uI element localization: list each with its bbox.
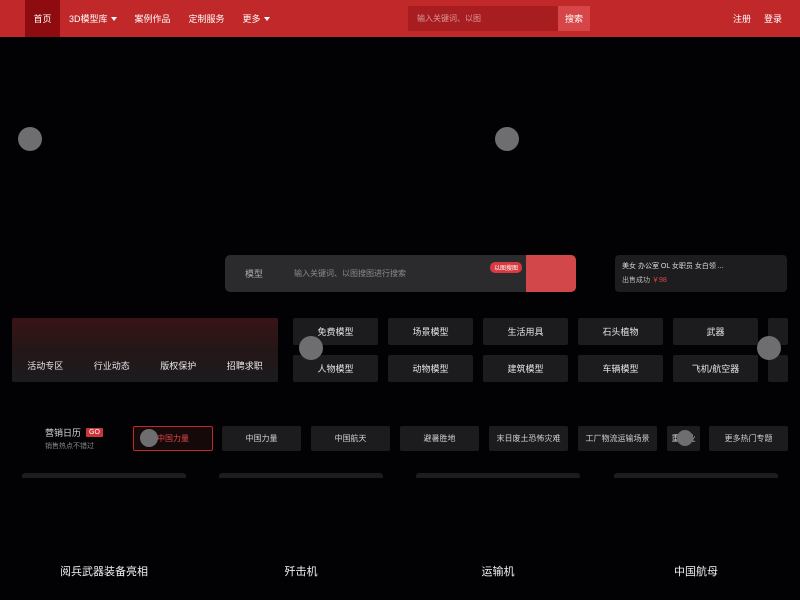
ticker-price: ￥98: [651, 277, 667, 284]
marketing-go-badge[interactable]: GO: [86, 428, 103, 437]
topic-slider-dot[interactable]: [140, 429, 158, 447]
hero-search-button[interactable]: [526, 255, 576, 292]
nav-more-label: 更多: [242, 14, 261, 24]
chevron-down-icon: [110, 16, 117, 21]
promo-banner: 活动专区 行业动态 版权保护 招聘求职: [12, 318, 278, 382]
category-animals[interactable]: 动物模型: [388, 355, 473, 382]
category-buildings[interactable]: 建筑模型: [483, 355, 568, 382]
card-label-transport[interactable]: 运输机: [418, 563, 578, 579]
topic-apocalypse[interactable]: 末日废土恐怖灾难: [489, 426, 568, 451]
topic-slider-dot[interactable]: [677, 430, 693, 446]
hero-search-bar: 模型 输入关键词、以图搜图进行搜索 以图搜图: [225, 255, 576, 292]
category-aircraft[interactable]: 飞机/航空器: [673, 355, 758, 382]
sales-ticker[interactable]: 美女 办公室 OL 女职员 女白领 ... 出售成功 ￥98: [615, 255, 787, 292]
topic-china-power[interactable]: 中国力量: [222, 426, 301, 451]
category-daily-items[interactable]: 生活用具: [483, 318, 568, 345]
marketing-subtitle: 销售热点不错过: [45, 443, 94, 450]
top-search-button[interactable]: 搜索: [558, 6, 590, 31]
topic-factory-logistics[interactable]: 工厂物流运输场景: [578, 426, 657, 451]
promo-link-activity[interactable]: 活动专区: [27, 359, 63, 372]
top-navbar: 首页 3D模型库 案例作品 定制服务 更多: [0, 0, 800, 37]
category-scene-models[interactable]: 场景模型: [388, 318, 473, 345]
chevron-down-icon: [263, 16, 270, 21]
top-search-bar: 搜索: [408, 6, 590, 31]
nav-home[interactable]: 首页: [25, 0, 60, 37]
search-category-select[interactable]: 模型: [225, 267, 283, 280]
ticker-status: 出售成功 ￥98: [622, 275, 780, 285]
topic-summer-resort[interactable]: 避暑胜地: [400, 426, 479, 451]
image-search-badge[interactable]: 以图搜图: [490, 262, 523, 273]
category-rocks-plants[interactable]: 石头植物: [578, 318, 663, 345]
card-edge: [416, 473, 580, 478]
register-link[interactable]: 注册: [733, 0, 751, 37]
nav-model-library[interactable]: 3D模型库: [60, 0, 126, 37]
category-vehicles[interactable]: 车辆模型: [578, 355, 663, 382]
topic-aerospace[interactable]: 中国航天: [311, 426, 390, 451]
card-label-parade-weapons[interactable]: 阅兵武器装备亮相: [24, 563, 184, 579]
card-edge: [219, 473, 383, 478]
marketing-calendar-title: 营销日历: [45, 428, 82, 438]
ticker-status-text: 出售成功: [622, 277, 650, 284]
category-weapons[interactable]: 武器: [673, 318, 758, 345]
slider-prev-dot[interactable]: [299, 336, 323, 360]
top-search-input[interactable]: [408, 6, 558, 31]
nav-model-library-label: 3D模型库: [69, 14, 108, 24]
carousel-dot[interactable]: [495, 127, 519, 151]
nav-more[interactable]: 更多: [234, 0, 279, 37]
topic-more-hot[interactable]: 更多热门专题: [709, 426, 788, 451]
ticker-title: 美女 办公室 OL 女职员 女白领 ...: [622, 263, 724, 270]
card-label-fighter[interactable]: 歼击机: [221, 563, 381, 579]
carousel-dot[interactable]: [18, 127, 42, 151]
promo-link-copyright[interactable]: 版权保护: [160, 359, 196, 372]
slider-next-dot[interactable]: [757, 336, 781, 360]
promo-link-jobs[interactable]: 招聘求职: [227, 359, 263, 372]
nav-custom-service[interactable]: 定制服务: [180, 0, 234, 37]
card-edge: [22, 473, 186, 478]
login-link[interactable]: 登录: [764, 0, 782, 37]
nav-cases[interactable]: 案例作品: [126, 0, 180, 37]
card-label-carrier[interactable]: 中国航母: [616, 563, 776, 579]
promo-link-industry[interactable]: 行业动态: [94, 359, 130, 372]
card-edge: [614, 473, 778, 478]
